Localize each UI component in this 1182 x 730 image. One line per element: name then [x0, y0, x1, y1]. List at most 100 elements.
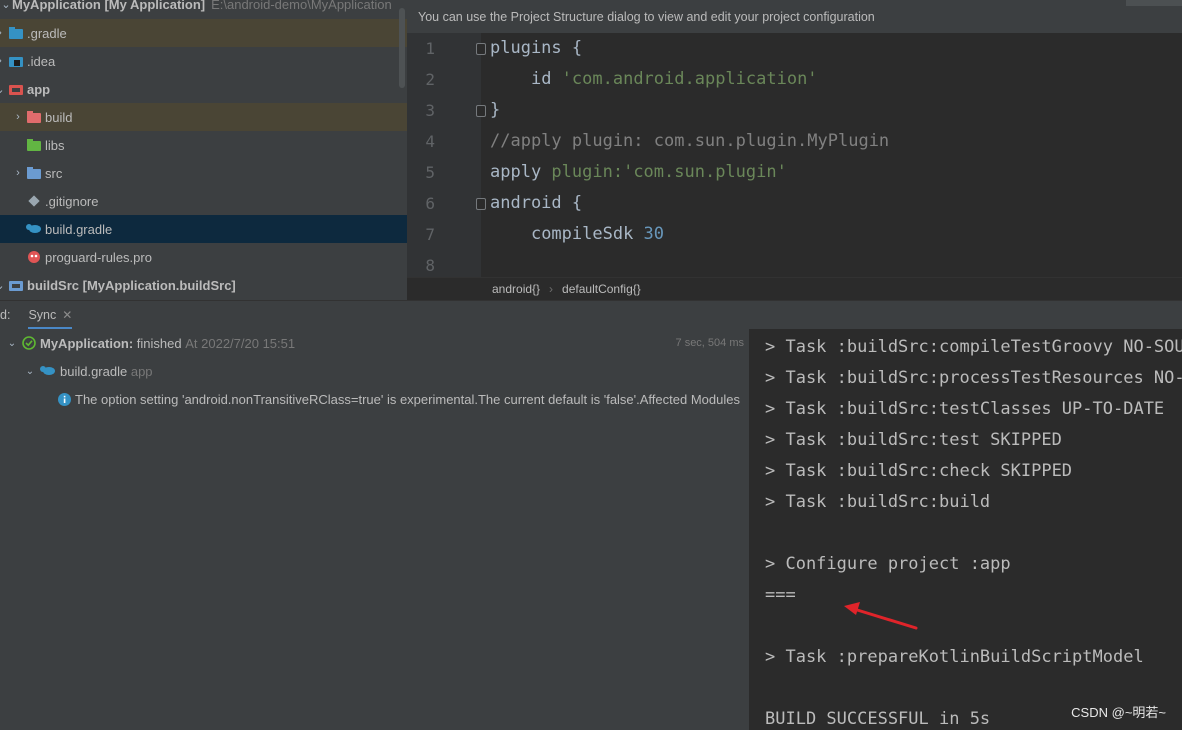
- chevron-down-icon[interactable]: ⌄: [0, 279, 6, 292]
- build-child-module: app: [130, 363, 153, 379]
- tree-item-gitignore[interactable]: .gitignore: [0, 187, 407, 215]
- code-editor[interactable]: You can use the Project Structure dialog…: [407, 0, 1182, 300]
- tree-item-label: build: [45, 109, 73, 125]
- tree-scrollbar[interactable]: [399, 8, 405, 88]
- code-line-3: }: [490, 100, 501, 120]
- console-line: > Task :buildSrc:testClasses UP-TO-DATE: [765, 399, 1165, 419]
- folder-libs-icon: [26, 137, 42, 153]
- chevron-right-icon[interactable]: ›: [0, 55, 6, 67]
- watermark: CSDN @~明若~: [1071, 705, 1166, 720]
- tool-window-title: d:: [0, 308, 11, 322]
- code-line-6: android {: [490, 193, 583, 213]
- tree-item-app[interactable]: ⌄ app: [0, 75, 407, 103]
- build-duration: 7 sec, 504 ms: [675, 337, 744, 349]
- gradle-elephant-icon: [26, 221, 42, 237]
- module-folder-icon: [8, 277, 24, 293]
- tree-item-label: buildSrc: [27, 277, 80, 293]
- code-line-4: //apply plugin: com.sun.plugin.MyPlugin: [490, 131, 890, 151]
- chevron-right-icon[interactable]: ›: [0, 27, 6, 39]
- tree-item-src[interactable]: › src: [0, 159, 407, 187]
- line-number: 5: [425, 163, 435, 182]
- info-icon: [58, 392, 71, 406]
- build-output-tree: ⌄ MyApplication: finished At 2022/7/20 1…: [0, 329, 749, 730]
- banner-corner: [1126, 0, 1182, 6]
- tree-item-label: .gradle: [27, 25, 67, 41]
- tab-label: Sync: [28, 307, 57, 322]
- folder-gradle-icon: [8, 25, 24, 41]
- tree-item-proguard[interactable]: proguard-rules.pro: [0, 243, 407, 271]
- build-root-name: MyApplication:: [40, 335, 134, 351]
- breadcrumb-item[interactable]: defaultConfig{}: [562, 282, 641, 296]
- breadcrumb-separator-icon: ›: [549, 282, 554, 296]
- tree-item-label: .gitignore: [45, 193, 99, 209]
- code-line-7: compileSdk 30: [530, 224, 665, 244]
- folder-idea-icon: [8, 53, 24, 69]
- line-number: 1: [425, 39, 435, 58]
- proguard-icon: [26, 249, 42, 265]
- build-tool-window-header: d: Sync ✕: [0, 300, 1182, 330]
- console-line: > Configure project :app: [765, 554, 1011, 574]
- tree-item-label: app: [27, 81, 51, 97]
- close-icon[interactable]: ✕: [62, 308, 72, 322]
- project-tree-panel: ⌄ MyApplication [My Application] E:\andr…: [0, 0, 407, 300]
- build-root-time: At 2022/7/20 15:51: [185, 335, 296, 351]
- console-line: ===: [765, 585, 796, 605]
- gradle-elephant-icon: [40, 365, 56, 377]
- chevron-down-icon[interactable]: ⌄: [0, 0, 12, 11]
- tree-item-label: .idea: [27, 53, 56, 69]
- line-number: 3: [425, 101, 435, 120]
- breadcrumb-item[interactable]: android{}: [492, 282, 540, 296]
- chevron-right-icon[interactable]: ›: [12, 167, 24, 179]
- build-root-status: finished: [136, 335, 182, 351]
- project-name: MyApplication: [12, 0, 101, 12]
- project-name-bracket: [My Application]: [104, 0, 206, 12]
- build-root-row[interactable]: ⌄ MyApplication: finished At 2022/7/20 1…: [0, 329, 749, 357]
- code-line-1: plugins {: [490, 38, 583, 58]
- tree-item-build[interactable]: › build: [0, 103, 407, 131]
- chevron-right-icon[interactable]: ›: [12, 111, 24, 123]
- build-folder-icon: [26, 109, 42, 125]
- tree-item-bracket: [MyApplication.buildSrc]: [82, 277, 236, 293]
- tree-item-libs[interactable]: libs: [0, 131, 407, 159]
- console-line: > Task :buildSrc:build: [765, 492, 991, 512]
- build-message-text: The option setting 'android.nonTransitiv…: [75, 391, 740, 407]
- tree-item-buildsrc[interactable]: ⌄ buildSrc [MyApplication.buildSrc]: [0, 271, 407, 299]
- tree-item-label: proguard-rules.pro: [45, 249, 152, 265]
- tree-item-build-gradle[interactable]: build.gradle: [0, 215, 407, 243]
- annotation-arrow-icon: [844, 602, 918, 630]
- build-child-row[interactable]: ⌄ build.gradle app: [0, 357, 749, 385]
- code-line-5: apply plugin:'com.sun.plugin': [490, 162, 787, 182]
- console-line: > Task :buildSrc:processTestResources NO…: [765, 368, 1182, 388]
- project-path: E:\android-demo\MyApplication: [211, 0, 392, 12]
- line-number: 4: [425, 132, 435, 151]
- tree-item-idea[interactable]: › .idea: [0, 47, 407, 75]
- chevron-down-icon[interactable]: ⌄: [24, 366, 36, 377]
- console-line: BUILD SUCCESSFUL in 5s: [765, 709, 991, 729]
- console-line: > Task :prepareKotlinBuildScriptModel: [765, 647, 1144, 667]
- fold-marker-icon[interactable]: [476, 43, 486, 55]
- line-number: 8: [425, 256, 435, 275]
- fold-marker-icon[interactable]: [476, 105, 486, 117]
- tree-item-label: src: [45, 165, 63, 181]
- build-child-name: build.gradle: [60, 363, 128, 379]
- line-number: 2: [425, 70, 435, 89]
- build-console-output[interactable]: > Task :buildSrc:compileTestGroovy NO-SO…: [749, 329, 1182, 730]
- success-check-icon: [22, 336, 36, 350]
- module-folder-icon: [8, 81, 24, 97]
- chevron-down-icon[interactable]: ⌄: [6, 338, 18, 349]
- chevron-down-icon[interactable]: ⌄: [0, 83, 6, 96]
- fold-marker-icon[interactable]: [476, 198, 486, 210]
- folder-src-icon: [26, 165, 42, 181]
- tree-item-label: libs: [45, 137, 65, 153]
- breadcrumb: android{} › defaultConfig{}: [407, 277, 1182, 300]
- banner-text: You can use the Project Structure dialog…: [418, 9, 875, 24]
- tree-item-gradle[interactable]: › .gradle: [0, 19, 407, 47]
- tab-sync[interactable]: Sync ✕: [28, 301, 73, 330]
- line-number: 7: [425, 225, 435, 244]
- project-root-row[interactable]: ⌄ MyApplication [My Application] E:\andr…: [0, 0, 407, 16]
- line-number: 6: [425, 194, 435, 213]
- console-line: > Task :buildSrc:test SKIPPED: [765, 430, 1062, 450]
- build-message-row[interactable]: The option setting 'android.nonTransitiv…: [0, 385, 749, 413]
- code-line-2: id 'com.android.application': [530, 69, 818, 89]
- project-structure-banner: You can use the Project Structure dialog…: [407, 0, 1182, 33]
